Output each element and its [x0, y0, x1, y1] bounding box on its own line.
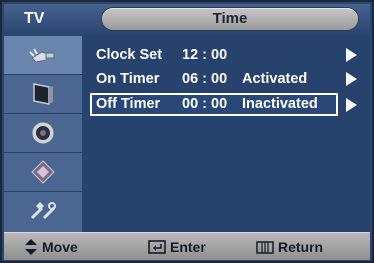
- channel-icon: [31, 160, 55, 184]
- sidebar-item-sound[interactable]: [4, 114, 82, 153]
- return-label: Return: [278, 239, 324, 255]
- key-guide-bar: Move Enter Return: [4, 232, 370, 260]
- antenna-plug-icon: [29, 48, 55, 63]
- row-label: On Timer: [96, 71, 160, 87]
- row-label: Clock Set: [96, 47, 163, 63]
- up-down-arrow-icon: [25, 239, 37, 255]
- enter-key-icon: [148, 240, 166, 254]
- move-label: Move: [42, 239, 78, 255]
- tv-osd-window: TV Time Clock Set 12: 00 On Timer 06: …: [0, 0, 374, 263]
- sidebar-item-setup[interactable]: [4, 192, 82, 230]
- sidebar-item-input[interactable]: [4, 36, 82, 75]
- submenu-arrow-icon: [346, 72, 357, 86]
- menu-row-off-timer[interactable]: Off Timer 00 : 00 Inactivated: [90, 93, 338, 116]
- menu-row-clock-set[interactable]: Clock Set 12 : 00: [90, 44, 362, 67]
- return-hint: Return: [256, 239, 323, 255]
- menu-title: Time: [212, 10, 248, 27]
- menu-row-on-timer[interactable]: On Timer 06 : 00 Activated: [90, 68, 362, 91]
- sidebar-item-channel[interactable]: [4, 153, 82, 192]
- time-menu-panel: Clock Set 12 : 00 On Timer 06 : 00 Activ…: [82, 36, 370, 232]
- row-status: Inactivated: [242, 96, 318, 112]
- row-status: Activated: [242, 71, 308, 87]
- row-value: 12 : 00: [182, 47, 228, 63]
- enter-hint: Enter: [148, 239, 206, 255]
- sidebar-item-picture[interactable]: [4, 75, 82, 114]
- picture-monitor-icon: [33, 83, 53, 105]
- speaker-sound-icon: [31, 121, 55, 145]
- submenu-arrow-icon: [346, 98, 357, 112]
- category-sidebar: [4, 36, 82, 232]
- row-value: 06 : 00: [182, 71, 228, 87]
- setup-tools-icon: [30, 202, 56, 220]
- enter-label: Enter: [170, 239, 206, 255]
- menu-header: TV Time: [4, 4, 370, 36]
- row-value: 00 : 00: [182, 96, 228, 112]
- return-key-icon: [256, 240, 274, 254]
- submenu-arrow-icon: [346, 48, 357, 62]
- source-label: TV: [24, 10, 45, 27]
- menu-title-bar: Time: [102, 8, 358, 30]
- row-label: Off Timer: [96, 96, 161, 112]
- move-hint: Move: [24, 239, 78, 255]
